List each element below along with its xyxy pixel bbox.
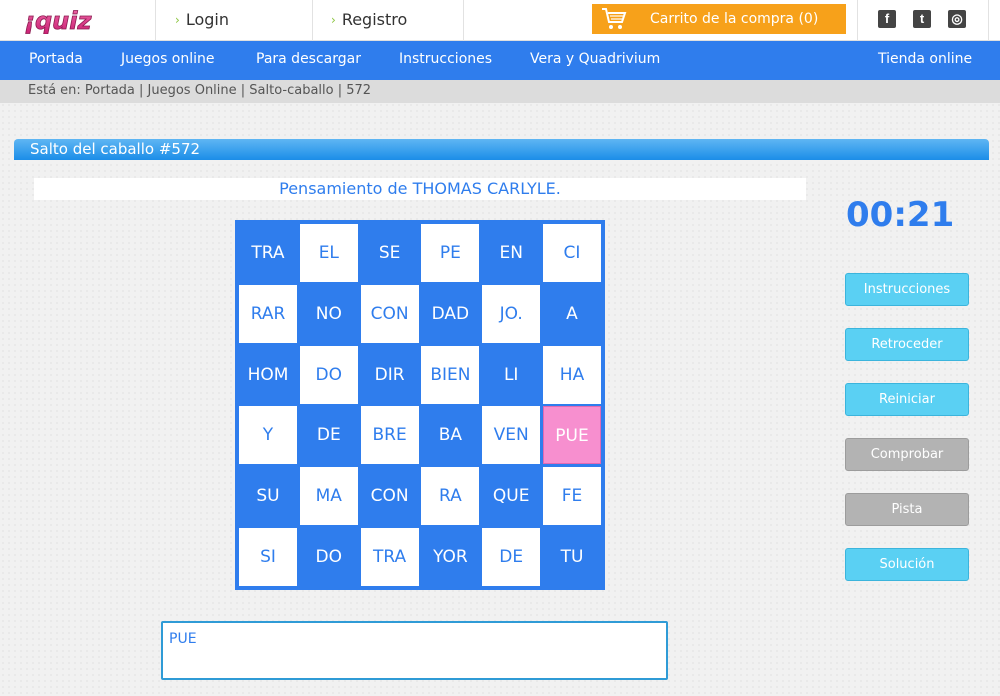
puzzle-title: Salto del caballo #572	[30, 140, 201, 158]
nav-item-juegos-online[interactable]: Juegos online	[121, 51, 215, 67]
twitter-icon[interactable]: t	[913, 10, 931, 28]
puzzle-thought-heading: Pensamiento de THOMAS CARLYLE.	[34, 178, 806, 200]
grid-cell[interactable]: CI	[543, 224, 601, 282]
grid-cell[interactable]: DE	[482, 528, 541, 586]
chevron-right-icon: ›	[331, 13, 336, 27]
grid-cell[interactable]: QUE	[482, 467, 541, 526]
grid-cell[interactable]: MA	[299, 467, 358, 526]
chevron-right-icon: ›	[175, 13, 180, 27]
breadcrumb: Está en: Portada | Juegos Online | Salto…	[0, 80, 1000, 103]
grid-cell[interactable]: FE	[543, 467, 601, 526]
grid-cell[interactable]: DIR	[360, 345, 419, 404]
answer-textarea[interactable]: PUE	[161, 621, 668, 680]
grid-cell[interactable]: NO	[299, 284, 358, 343]
login-label: Login	[185, 10, 229, 29]
grid-cell[interactable]: SU	[239, 467, 297, 526]
grid-cell[interactable]: DAD	[421, 284, 480, 343]
grid-cell[interactable]: PE	[421, 224, 480, 282]
grid-cell[interactable]: DE	[299, 406, 358, 465]
nav-item-instrucciones[interactable]: Instrucciones	[399, 51, 492, 67]
grid-cell[interactable]: RA	[421, 467, 480, 526]
cart-label: Carrito de la compra (0)	[650, 11, 819, 27]
nav-item-vera-quadrivium[interactable]: Vera y Quadrivium	[530, 51, 660, 67]
puzzle-title-bar: Salto del caballo #572	[14, 139, 989, 160]
hint-button[interactable]: Pista	[845, 493, 969, 526]
breadcrumb-text[interactable]: Está en: Portada | Juegos Online | Salto…	[28, 83, 371, 98]
divider	[463, 0, 464, 41]
grid-cell[interactable]: CON	[360, 467, 419, 526]
grid-cell[interactable]: JO.	[482, 284, 541, 343]
instructions-button[interactable]: Instrucciones	[845, 273, 969, 306]
check-button[interactable]: Comprobar	[845, 438, 969, 471]
grid-cell[interactable]: BA	[421, 406, 480, 465]
logo-text: ¡quiz	[24, 7, 92, 34]
grid-cell[interactable]: TRA	[360, 528, 419, 586]
nav-item-tienda-online[interactable]: Tienda online	[878, 51, 972, 67]
grid-cell[interactable]: SI	[239, 528, 297, 586]
grid-cell[interactable]: DO	[299, 345, 358, 404]
solution-button[interactable]: Solución	[845, 548, 969, 581]
top-bar: ¡quiz › Login › Registro Carrito de la com…	[0, 0, 1000, 41]
grid-cell[interactable]: VEN	[482, 406, 541, 465]
divider	[312, 0, 313, 41]
grid-cell[interactable]: RAR	[239, 284, 297, 343]
main-nav: Portada Juegos online Para descargar Ins…	[0, 41, 1000, 80]
grid-cell[interactable]: HOM	[239, 345, 297, 404]
grid-cell[interactable]: DO	[299, 528, 358, 586]
restart-button[interactable]: Reiniciar	[845, 383, 969, 416]
grid-cell[interactable]: EL	[299, 224, 358, 282]
grid-cell[interactable]: SE	[360, 224, 419, 282]
cart-button[interactable]: Carrito de la compra (0)	[592, 4, 846, 34]
grid-cell[interactable]: PUE	[543, 406, 601, 465]
divider	[988, 0, 989, 41]
grid-cell[interactable]: BRE	[360, 406, 419, 465]
grid-cell[interactable]: HA	[543, 345, 601, 404]
facebook-icon[interactable]: f	[878, 10, 896, 28]
shopping-cart-icon	[600, 6, 628, 32]
grid-cell[interactable]: LI	[482, 345, 541, 404]
grid-cell[interactable]: BIEN	[421, 345, 480, 404]
instagram-icon[interactable]: ◎	[948, 10, 966, 28]
divider	[155, 0, 156, 41]
grid-cell[interactable]: EN	[482, 224, 541, 282]
grid-cell[interactable]: YOR	[421, 528, 480, 586]
divider	[857, 0, 858, 41]
register-label: Registro	[341, 10, 408, 29]
knight-jump-grid: TRA EL SE PE EN CI RAR NO CON DAD JO. A HOM DO DIR BIEN…	[235, 220, 605, 590]
nav-item-portada[interactable]: Portada	[29, 51, 83, 67]
timer: 00:21	[846, 195, 955, 235]
grid-cell[interactable]: Y	[239, 406, 297, 465]
login-link[interactable]: › Login	[175, 10, 229, 29]
grid-cell[interactable]: TRA	[239, 224, 297, 282]
nav-item-para-descargar[interactable]: Para descargar	[256, 51, 361, 67]
grid-cell[interactable]: TU	[543, 528, 601, 586]
back-button[interactable]: Retroceder	[845, 328, 969, 361]
grid-cell[interactable]: A	[543, 284, 601, 343]
register-link[interactable]: › Registro	[331, 10, 407, 29]
grid-cell[interactable]: CON	[360, 284, 419, 343]
iquiz-logo[interactable]: ¡quiz	[22, 7, 132, 36]
